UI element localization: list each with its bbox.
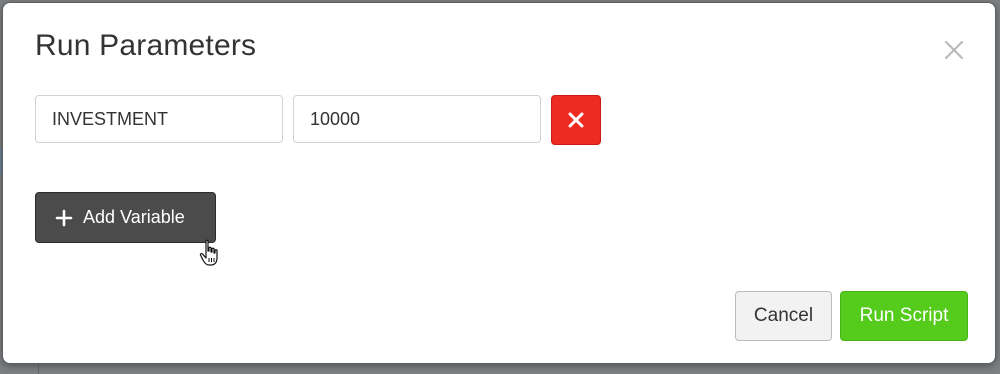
close-button[interactable] — [943, 39, 965, 61]
hand-pointer-icon — [199, 239, 218, 266]
delete-parameter-button[interactable] — [551, 95, 601, 145]
close-icon — [944, 40, 964, 60]
run-parameters-dialog: Run Parameters Add Variable Cancel Run S… — [2, 2, 996, 364]
cancel-button[interactable]: Cancel — [735, 291, 832, 341]
run-script-button[interactable]: Run Script — [840, 291, 968, 341]
add-variable-label: Add Variable — [83, 207, 185, 227]
parameter-value-input[interactable] — [293, 95, 541, 143]
parameter-name-input[interactable] — [35, 95, 283, 143]
x-icon — [568, 112, 584, 128]
plus-icon — [55, 209, 73, 226]
add-variable-button[interactable]: Add Variable — [35, 192, 216, 243]
dialog-title: Run Parameters — [35, 29, 257, 62]
